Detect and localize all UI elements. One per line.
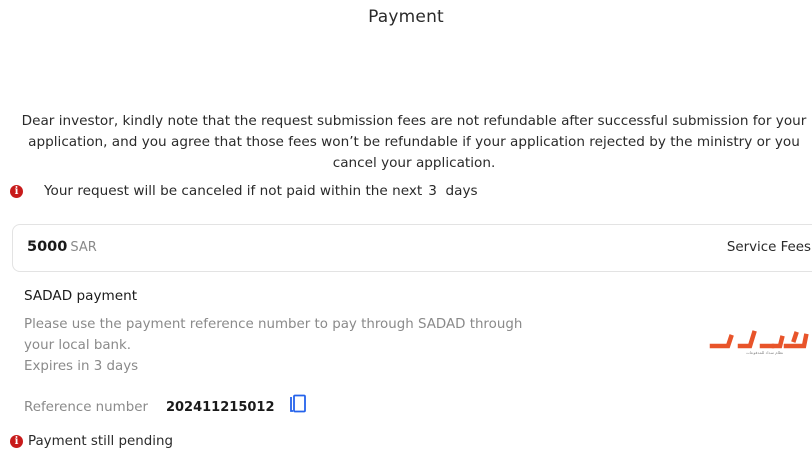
payment-status-text: Payment still pending — [28, 434, 173, 449]
fee-amount-value: 5000 — [27, 239, 68, 255]
cancellation-warning-text: Your request will be canceled if not pai… — [44, 183, 423, 199]
cancellation-days: 3 days — [428, 183, 478, 199]
sadad-logo-caption: نظام سداد للمدفوعات — [746, 350, 784, 355]
payment-status: i Payment still pending — [10, 434, 173, 449]
sadad-expiry: Expires in 3 days — [24, 359, 139, 374]
reference-row: Reference number 202411215012 — [24, 394, 307, 417]
cancellation-warning: i Your request will be canceled if not p… — [10, 183, 478, 199]
copy-reference-button[interactable] — [289, 394, 307, 414]
fee-currency: SAR — [70, 240, 97, 255]
sadad-instructions: Please use the payment reference number … — [24, 314, 544, 377]
page-title: Payment — [368, 7, 444, 27]
refund-notice: Dear investor, kindly note that the requ… — [21, 113, 807, 171]
info-icon: i — [10, 184, 23, 198]
fee-amount: 5000 SAR — [27, 239, 97, 255]
reference-label: Reference number — [24, 399, 148, 415]
info-icon: i — [10, 435, 23, 448]
sadad-logo: نظام سداد للمدفوعات — [706, 319, 810, 363]
service-fee-card: 5000 SAR Service Fees — [12, 224, 812, 272]
sadad-description: Please use the payment reference number … — [24, 317, 523, 353]
sadad-payment-title: SADAD payment — [24, 288, 138, 304]
fee-label: Service Fees — [726, 240, 811, 255]
payment-page: Payment Dear investor, kindly note that … — [0, 0, 812, 454]
reference-value: 202411215012 — [165, 399, 275, 415]
sadad-logo-mark — [709, 330, 809, 349]
copy-icon — [289, 394, 306, 413]
